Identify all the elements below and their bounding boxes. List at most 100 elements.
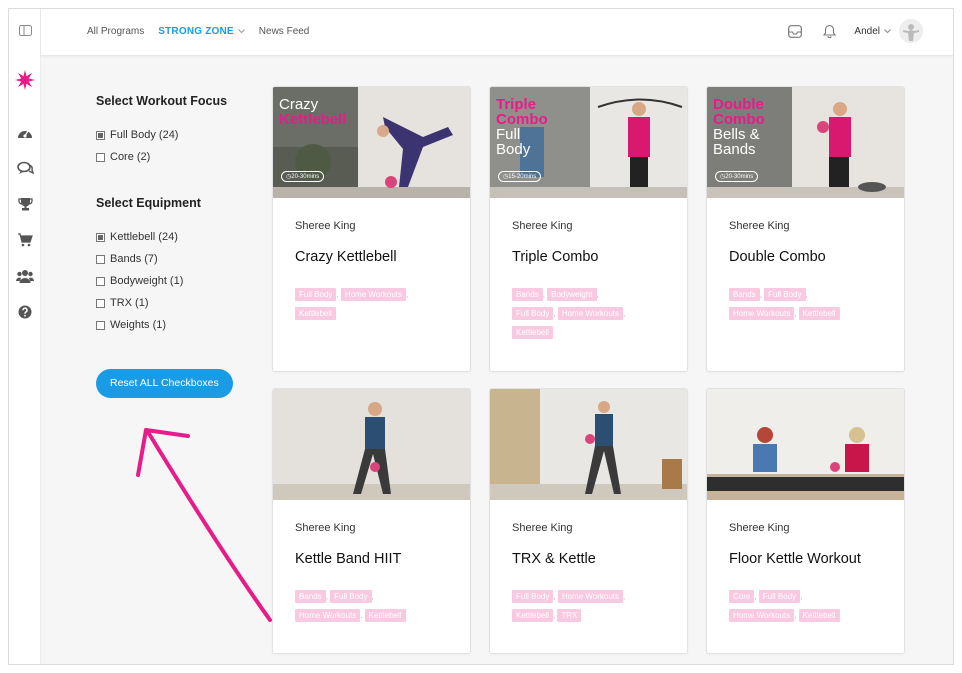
focus-option-core[interactable]: Core (2) — [96, 146, 256, 168]
card-title[interactable]: Triple Combo — [512, 249, 665, 265]
card-author: Sheree King — [295, 220, 356, 232]
tag[interactable]: Kettlebell — [295, 307, 336, 320]
workout-thumbnail[interactable]: Crazy Kettlebell ◷20-30mins — [273, 87, 470, 198]
card-title[interactable]: Kettle Band HIIT — [295, 551, 448, 567]
brand-logo-icon[interactable] — [9, 69, 41, 91]
checkbox-checked[interactable] — [96, 130, 105, 140]
tag-list: Bands, Full Body, Home Workouts, Kettleb… — [729, 285, 882, 323]
workout-thumbnail[interactable]: Double Combo Bells & Bands ◷20-30mins — [707, 87, 904, 198]
tag[interactable]: Home Workouts — [295, 609, 361, 622]
bell-icon[interactable] — [818, 20, 840, 42]
workout-card[interactable]: Triple Combo Full Body ◷15-20mins Sheree… — [489, 86, 688, 372]
nav-all-programs[interactable]: All Programs — [87, 26, 144, 37]
equipment-option-kettlebell[interactable]: Kettlebell (24) — [96, 226, 256, 248]
nav-strong-zone[interactable]: STRONG ZONE — [158, 26, 245, 37]
tag[interactable]: Bands — [295, 590, 326, 603]
tag[interactable]: Kettlebell — [798, 609, 840, 622]
focus-option-label: Core (2) — [110, 151, 151, 163]
user-menu[interactable]: Andel — [854, 26, 891, 37]
tag[interactable]: Kettlebell — [512, 609, 553, 622]
card-title[interactable]: TRX & Kettle — [512, 551, 665, 567]
tag[interactable]: Full Body — [764, 288, 806, 301]
workout-photo — [490, 389, 687, 500]
tag-list: Bands, Full Body, Home Workouts, Kettleb… — [295, 587, 448, 625]
tag[interactable]: Full Body — [295, 288, 337, 301]
workout-thumbnail[interactable] — [273, 389, 470, 500]
tag[interactable]: Full Body — [512, 307, 554, 320]
focus-option-label: Full Body (24) — [110, 129, 179, 141]
thumbnail-title-highlight: Triple Combo — [496, 96, 548, 128]
workout-thumbnail[interactable] — [707, 389, 904, 500]
focus-option-full-body[interactable]: Full Body (24) — [96, 124, 256, 146]
checkbox[interactable] — [96, 320, 105, 330]
chat-icon[interactable] — [9, 161, 41, 175]
tag[interactable]: Kettlebell — [798, 307, 840, 320]
community-icon[interactable] — [9, 269, 41, 283]
thumbnail-title-line: Crazy — [279, 96, 319, 113]
card-title[interactable]: Crazy Kettlebell — [295, 249, 448, 265]
card-title[interactable]: Floor Kettle Workout — [729, 551, 882, 567]
duration-badge: ◷20-30mins — [281, 171, 325, 182]
tag[interactable]: Bodyweight — [547, 288, 597, 301]
duration-text: 20-30mins — [291, 174, 320, 180]
equipment-option-label: Weights (1) — [110, 319, 167, 331]
chevron-down-icon — [237, 29, 245, 34]
equipment-option-weights[interactable]: Weights (1) — [96, 314, 256, 336]
checkbox[interactable] — [96, 152, 105, 162]
inbox-icon[interactable] — [784, 20, 806, 42]
left-rail — [9, 9, 41, 664]
checkbox-checked[interactable] — [96, 232, 105, 242]
tag[interactable]: Full Body — [330, 590, 372, 603]
tag[interactable]: Kettlebell — [512, 326, 553, 339]
tag[interactable]: Home Workouts — [729, 609, 795, 622]
duration-badge: ◷15-20mins — [498, 171, 542, 182]
cart-icon[interactable] — [9, 233, 41, 247]
user-name: Andel — [854, 25, 880, 37]
tag[interactable]: Home Workouts — [729, 307, 795, 320]
main-nav: All Programs STRONG ZONE News Feed — [87, 26, 309, 37]
workout-card[interactable]: Double Combo Bells & Bands ◷20-30mins Sh… — [706, 86, 905, 372]
tag[interactable]: Kettlebell — [364, 609, 406, 622]
workout-card[interactable]: Sheree King TRX & Kettle Full Body, Home… — [489, 388, 688, 654]
avatar[interactable] — [899, 19, 923, 43]
dashboard-icon[interactable] — [9, 125, 41, 139]
thumbnail-title: Crazy Kettlebell — [279, 97, 347, 127]
card-author: Sheree King — [512, 220, 573, 232]
tag[interactable]: Home Workouts — [340, 288, 407, 301]
card-title[interactable]: Double Combo — [729, 249, 882, 265]
checkbox[interactable] — [96, 276, 105, 286]
tag[interactable]: Bands — [729, 288, 760, 301]
help-icon[interactable] — [9, 305, 41, 319]
tag[interactable]: Full Body — [512, 590, 554, 603]
equipment-option-label: Bands (7) — [110, 253, 158, 265]
workout-thumbnail[interactable]: Triple Combo Full Body ◷15-20mins — [490, 87, 687, 198]
workout-card[interactable]: Crazy Kettlebell ◷20-30mins Sheree King … — [272, 86, 471, 372]
equipment-option-label: Bodyweight (1) — [110, 275, 184, 287]
equipment-option-bodyweight[interactable]: Bodyweight (1) — [96, 270, 256, 292]
workout-card[interactable]: Sheree King Floor Kettle Workout Core, F… — [706, 388, 905, 654]
sidebar-toggle-icon[interactable] — [9, 25, 41, 36]
chevron-down-icon — [884, 28, 891, 33]
checkbox[interactable] — [96, 254, 105, 264]
tag[interactable]: Home Workouts — [557, 590, 624, 603]
tag[interactable]: Bands — [512, 288, 543, 301]
workout-card[interactable]: Sheree King Kettle Band HIIT Bands, Full… — [272, 388, 471, 654]
tag[interactable]: Home Workouts — [557, 307, 624, 320]
reset-checkboxes-button[interactable]: Reset ALL Checkboxes — [96, 369, 233, 398]
tag[interactable]: Core — [729, 590, 755, 603]
top-bar: All Programs STRONG ZONE News Feed Andel — [41, 9, 953, 56]
tag-list: Full Body, Home Workouts, Kettlebell — [295, 285, 448, 323]
tag[interactable]: TRX — [557, 609, 582, 622]
user-area: Andel — [772, 19, 923, 43]
trophy-icon[interactable] — [9, 197, 41, 211]
nav-news-feed[interactable]: News Feed — [259, 26, 310, 37]
equipment-filter-title: Select Equipment — [96, 196, 201, 210]
workout-thumbnail[interactable] — [490, 389, 687, 500]
checkbox[interactable] — [96, 298, 105, 308]
duration-badge: ◷20-30mins — [715, 171, 759, 182]
tag[interactable]: Full Body — [758, 590, 801, 603]
thumbnail-title: Triple Combo Full Body — [496, 97, 556, 157]
equipment-option-trx[interactable]: TRX (1) — [96, 292, 256, 314]
thumbnail-title: Double Combo Bells & Bands — [713, 97, 773, 157]
equipment-option-bands[interactable]: Bands (7) — [96, 248, 256, 270]
